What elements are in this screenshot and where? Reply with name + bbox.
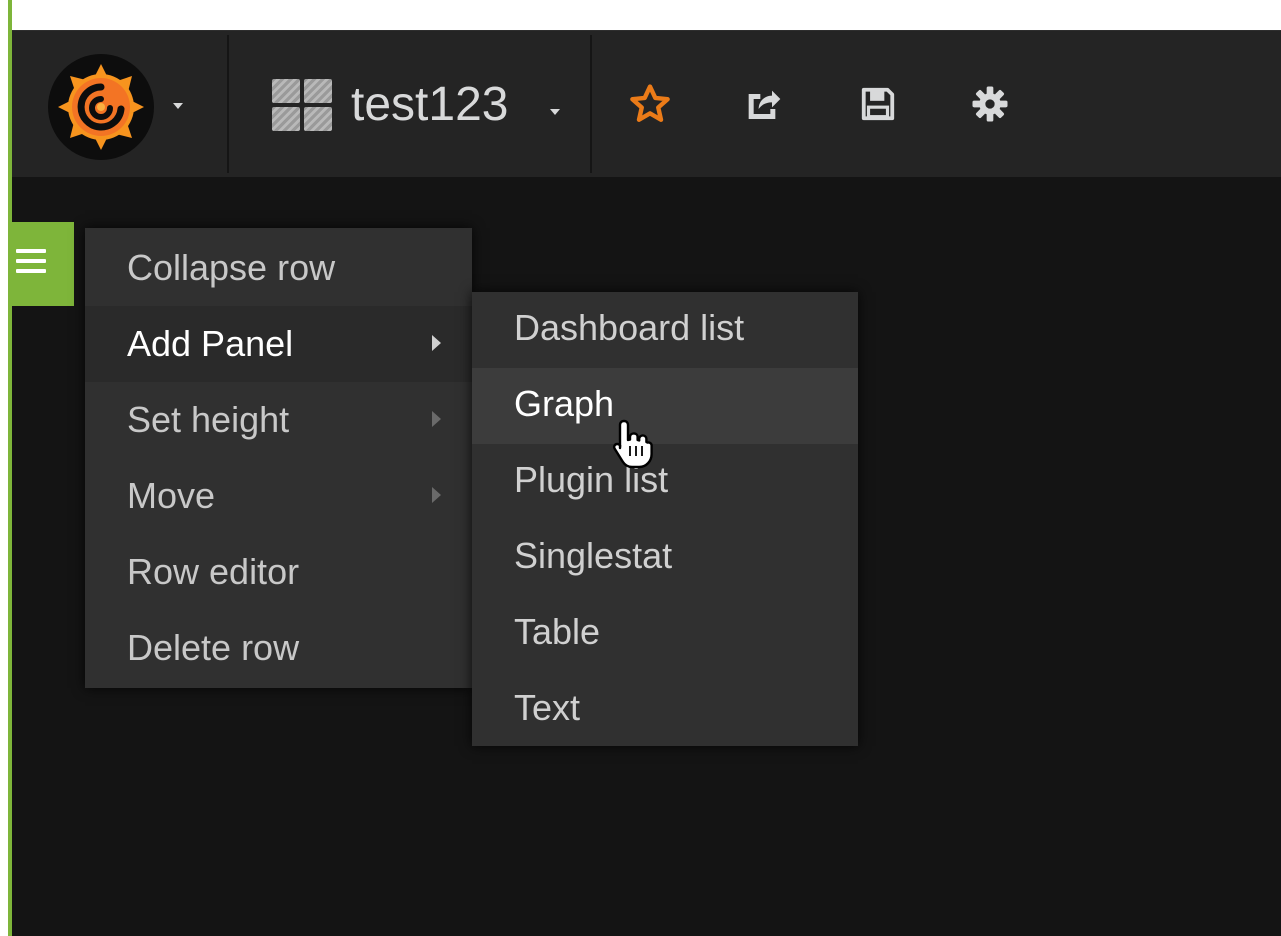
submenu-item-label: Text xyxy=(514,687,581,728)
save-button[interactable] xyxy=(850,79,906,129)
submenu-item-label: Graph xyxy=(514,383,615,424)
menu-item-label: Collapse row xyxy=(127,247,336,288)
dashboard-title: test123 xyxy=(351,78,509,131)
share-button[interactable] xyxy=(734,79,790,129)
gear-icon xyxy=(972,86,1008,122)
grafana-app: test123 Collapse row Add Panel Set heigh… xyxy=(12,30,1281,936)
chevron-right-icon xyxy=(432,335,441,351)
star-button[interactable] xyxy=(622,79,678,129)
menu-item-move[interactable]: Move xyxy=(85,458,472,534)
settings-button[interactable] xyxy=(962,79,1018,129)
navbar-divider xyxy=(590,35,592,173)
top-navbar: test123 xyxy=(12,30,1281,177)
hamburger-icon xyxy=(16,249,46,279)
menu-item-label: Add Panel xyxy=(127,323,294,364)
submenu-item-dashboard-list[interactable]: Dashboard list xyxy=(472,292,858,368)
menu-item-delete-row[interactable]: Delete row xyxy=(85,610,472,686)
row-context-menu: Collapse row Add Panel Set height Move R… xyxy=(85,228,472,688)
menu-item-label: Row editor xyxy=(127,551,300,592)
chevron-right-icon xyxy=(432,487,441,503)
chevron-down-icon xyxy=(550,109,560,115)
grafana-logo-icon xyxy=(48,54,154,160)
star-icon xyxy=(630,84,670,122)
submenu-item-graph[interactable]: Graph xyxy=(472,368,858,444)
share-icon xyxy=(748,90,781,119)
menu-item-collapse-row[interactable]: Collapse row xyxy=(85,230,472,306)
submenu-item-label: Plugin list xyxy=(514,459,669,500)
submenu-item-label: Singlestat xyxy=(514,535,673,576)
dashboard-grid-icon xyxy=(272,79,332,131)
dashboard-picker[interactable]: test123 xyxy=(229,31,590,177)
submenu-item-label: Dashboard list xyxy=(514,307,745,348)
menu-item-label: Delete row xyxy=(127,627,300,668)
save-icon xyxy=(861,87,895,121)
submenu-item-text[interactable]: Text xyxy=(472,672,858,748)
submenu-item-label: Table xyxy=(514,611,601,652)
row-menu-toggle[interactable] xyxy=(12,222,74,306)
page: test123 Collapse row Add Panel Set heigh… xyxy=(0,0,1281,936)
chevron-down-icon xyxy=(173,103,183,109)
menu-item-add-panel[interactable]: Add Panel xyxy=(85,306,472,382)
menu-item-label: Move xyxy=(127,475,216,516)
submenu-item-singlestat[interactable]: Singlestat xyxy=(472,520,858,596)
chevron-right-icon xyxy=(432,411,441,427)
menu-item-row-editor[interactable]: Row editor xyxy=(85,534,472,610)
submenu-item-plugin-list[interactable]: Plugin list xyxy=(472,444,858,520)
main-menu-button[interactable] xyxy=(12,31,227,177)
add-panel-submenu: Dashboard list Graph Plugin list Singles… xyxy=(472,292,858,746)
menu-item-set-height[interactable]: Set height xyxy=(85,382,472,458)
submenu-item-table[interactable]: Table xyxy=(472,596,858,672)
menu-item-label: Set height xyxy=(127,399,290,440)
